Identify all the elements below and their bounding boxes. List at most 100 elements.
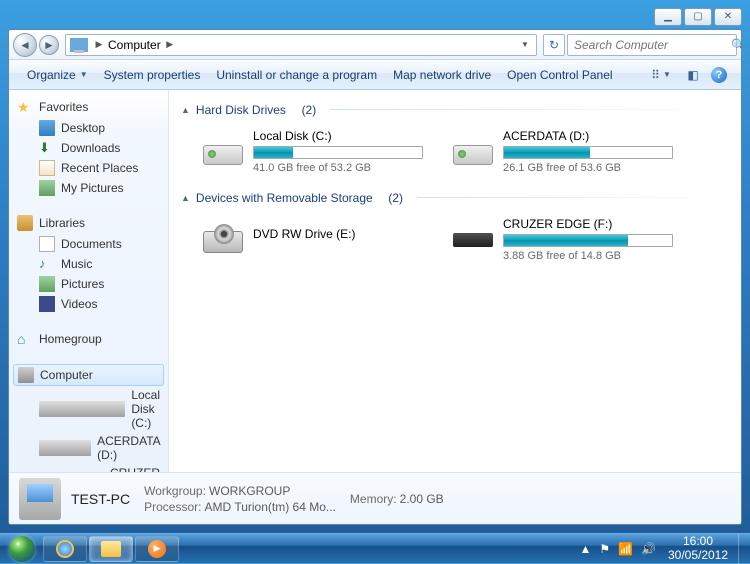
favorites-icon (17, 99, 33, 115)
back-button[interactable]: ◄ (13, 33, 37, 57)
drive-free-text: 26.1 GB free of 53.6 GB (503, 162, 673, 174)
videos-icon (39, 296, 55, 312)
sidebar-item-desktop[interactable]: Desktop (9, 118, 168, 138)
documents-icon (39, 236, 55, 252)
map-network-drive-button[interactable]: Map network drive (385, 64, 499, 86)
taskbar-item-ie[interactable] (43, 536, 87, 562)
drive-label: CRUZER EDGE (F:) (503, 217, 673, 231)
pictures-icon (39, 276, 55, 292)
computer-name: TEST-PC (71, 491, 130, 507)
tray-overflow-icon[interactable]: ▲ (579, 542, 591, 556)
sidebar-item-downloads[interactable]: Downloads (9, 138, 168, 158)
taskbar-item-explorer[interactable] (89, 536, 133, 562)
drive-icon (39, 401, 125, 417)
chevron-down-icon: ▼ (80, 70, 88, 79)
content-pane: ▲ Hard Disk Drives (2) Local Disk (C:) 4… (169, 90, 741, 472)
volume-icon[interactable]: 🔊 (641, 542, 656, 556)
sidebar-item-documents[interactable]: Documents (9, 234, 168, 254)
sidebar-item-pictures[interactable]: Pictures (9, 274, 168, 294)
action-center-icon[interactable]: ⚑ (599, 542, 610, 556)
help-button[interactable]: ? (707, 64, 731, 86)
processor-value: AMD Turion(tm) 64 Mo... (205, 500, 336, 514)
search-icon[interactable]: 🔍 (731, 38, 742, 52)
system-tray: ▲ ⚑ 📶 🔊 16:00 30/05/2012 (573, 535, 738, 563)
drive-label: Local Disk (C:) (253, 129, 423, 143)
sidebar-item-local-disk-c[interactable]: Local Disk (C:) (9, 386, 168, 432)
sidebar-libraries[interactable]: Libraries (9, 212, 168, 234)
details-pane: TEST-PC Workgroup: WORKGROUP Processor: … (9, 472, 741, 524)
memory-label: Memory: (350, 492, 397, 506)
sidebar-item-videos[interactable]: Videos (9, 294, 168, 314)
workgroup-label: Workgroup: (144, 484, 206, 498)
taskbar-item-wmp[interactable]: ▶ (135, 536, 179, 562)
taskbar: ▶ ▲ ⚑ 📶 🔊 16:00 30/05/2012 (0, 533, 750, 563)
desktop-icon (39, 120, 55, 136)
taskbar-clock[interactable]: 16:00 30/05/2012 (664, 535, 732, 563)
search-input[interactable] (574, 38, 731, 52)
sidebar-item-recent-places[interactable]: Recent Places (9, 158, 168, 178)
preview-pane-button[interactable]: ◧ (681, 64, 705, 86)
drive-label: ACERDATA (D:) (503, 129, 673, 143)
view-options-button[interactable]: ⠿ ▼ (643, 64, 679, 86)
internet-explorer-icon (56, 540, 74, 558)
music-icon (39, 256, 55, 272)
drive-free-text: 3.88 GB free of 14.8 GB (503, 250, 673, 262)
sidebar-item-cruzer-edge-f[interactable]: CRUZER EDGE (F:) (9, 464, 168, 472)
drive-label: DVD RW Drive (E:) (253, 227, 423, 241)
network-tray-icon[interactable]: 📶 (618, 542, 633, 556)
drive-acerdata-d[interactable]: ACERDATA (D:) 26.1 GB free of 53.6 GB (447, 125, 677, 178)
help-icon: ? (711, 67, 727, 83)
drive-local-disk-c[interactable]: Local Disk (C:) 41.0 GB free of 53.2 GB (197, 125, 427, 178)
sidebar-item-my-pictures[interactable]: My Pictures (9, 178, 168, 198)
breadcrumb-computer[interactable]: Computer (104, 38, 165, 52)
downloads-icon (39, 140, 55, 156)
libraries-icon (17, 215, 33, 231)
sidebar-homegroup[interactable]: Homegroup (9, 328, 168, 350)
show-desktop-button[interactable] (738, 534, 748, 564)
breadcrumb-sep-icon[interactable]: ▶ (165, 35, 175, 55)
organize-menu[interactable]: Organize▼ (19, 64, 96, 86)
close-button[interactable]: ✕ (714, 8, 742, 26)
drive-dvd-rw-e[interactable]: DVD RW Drive (E:) (197, 213, 427, 266)
dvd-drive-icon (201, 217, 245, 255)
folder-icon (101, 541, 121, 557)
capacity-bar (503, 234, 673, 247)
drive-cruzer-edge-f[interactable]: CRUZER EDGE (F:) 3.88 GB free of 14.8 GB (447, 213, 677, 266)
pictures-icon (39, 180, 55, 196)
capacity-bar (253, 146, 423, 159)
drive-icon (39, 440, 91, 456)
sidebar-item-acerdata-d[interactable]: ACERDATA (D:) (9, 432, 168, 464)
open-control-panel-button[interactable]: Open Control Panel (499, 64, 620, 86)
minimize-button[interactable]: ▁ (654, 8, 682, 26)
navigation-pane: Favorites Desktop Downloads Recent Place… (9, 90, 169, 472)
capacity-bar (503, 146, 673, 159)
computer-icon (18, 367, 34, 383)
processor-label: Processor: (144, 500, 201, 514)
group-removable-storage[interactable]: ▲ Devices with Removable Storage (2) (181, 190, 729, 205)
search-box[interactable]: 🔍 (567, 34, 737, 56)
start-button[interactable] (2, 534, 42, 564)
computer-icon (70, 38, 88, 52)
clock-time: 16:00 (664, 535, 732, 549)
breadcrumb-sep-icon[interactable]: ▶ (94, 35, 104, 55)
sidebar-favorites[interactable]: Favorites (9, 96, 168, 118)
sidebar-item-music[interactable]: Music (9, 254, 168, 274)
collapse-icon[interactable]: ▲ (181, 193, 190, 203)
sidebar-computer[interactable]: Computer (13, 364, 164, 386)
uninstall-program-button[interactable]: Uninstall or change a program (208, 64, 385, 86)
group-hard-disk-drives[interactable]: ▲ Hard Disk Drives (2) (181, 102, 729, 117)
maximize-button[interactable]: ▢ (684, 8, 712, 26)
windows-orb-icon (9, 536, 35, 562)
recent-places-icon (39, 160, 55, 176)
navigation-bar: ◄ ► ▶ Computer ▶ ▼ ↻ 🔍 (9, 30, 741, 60)
system-properties-button[interactable]: System properties (96, 64, 209, 86)
address-bar[interactable]: ▶ Computer ▶ ▼ (65, 34, 537, 56)
memory-value: 2.00 GB (400, 492, 444, 506)
collapse-icon[interactable]: ▲ (181, 105, 190, 115)
workgroup-value: WORKGROUP (209, 484, 290, 498)
refresh-button[interactable]: ↻ (543, 34, 565, 56)
forward-button[interactable]: ► (39, 35, 59, 55)
homegroup-icon (17, 331, 33, 347)
command-bar: Organize▼ System properties Uninstall or… (9, 60, 741, 90)
address-history-dropdown[interactable]: ▼ (518, 40, 532, 49)
